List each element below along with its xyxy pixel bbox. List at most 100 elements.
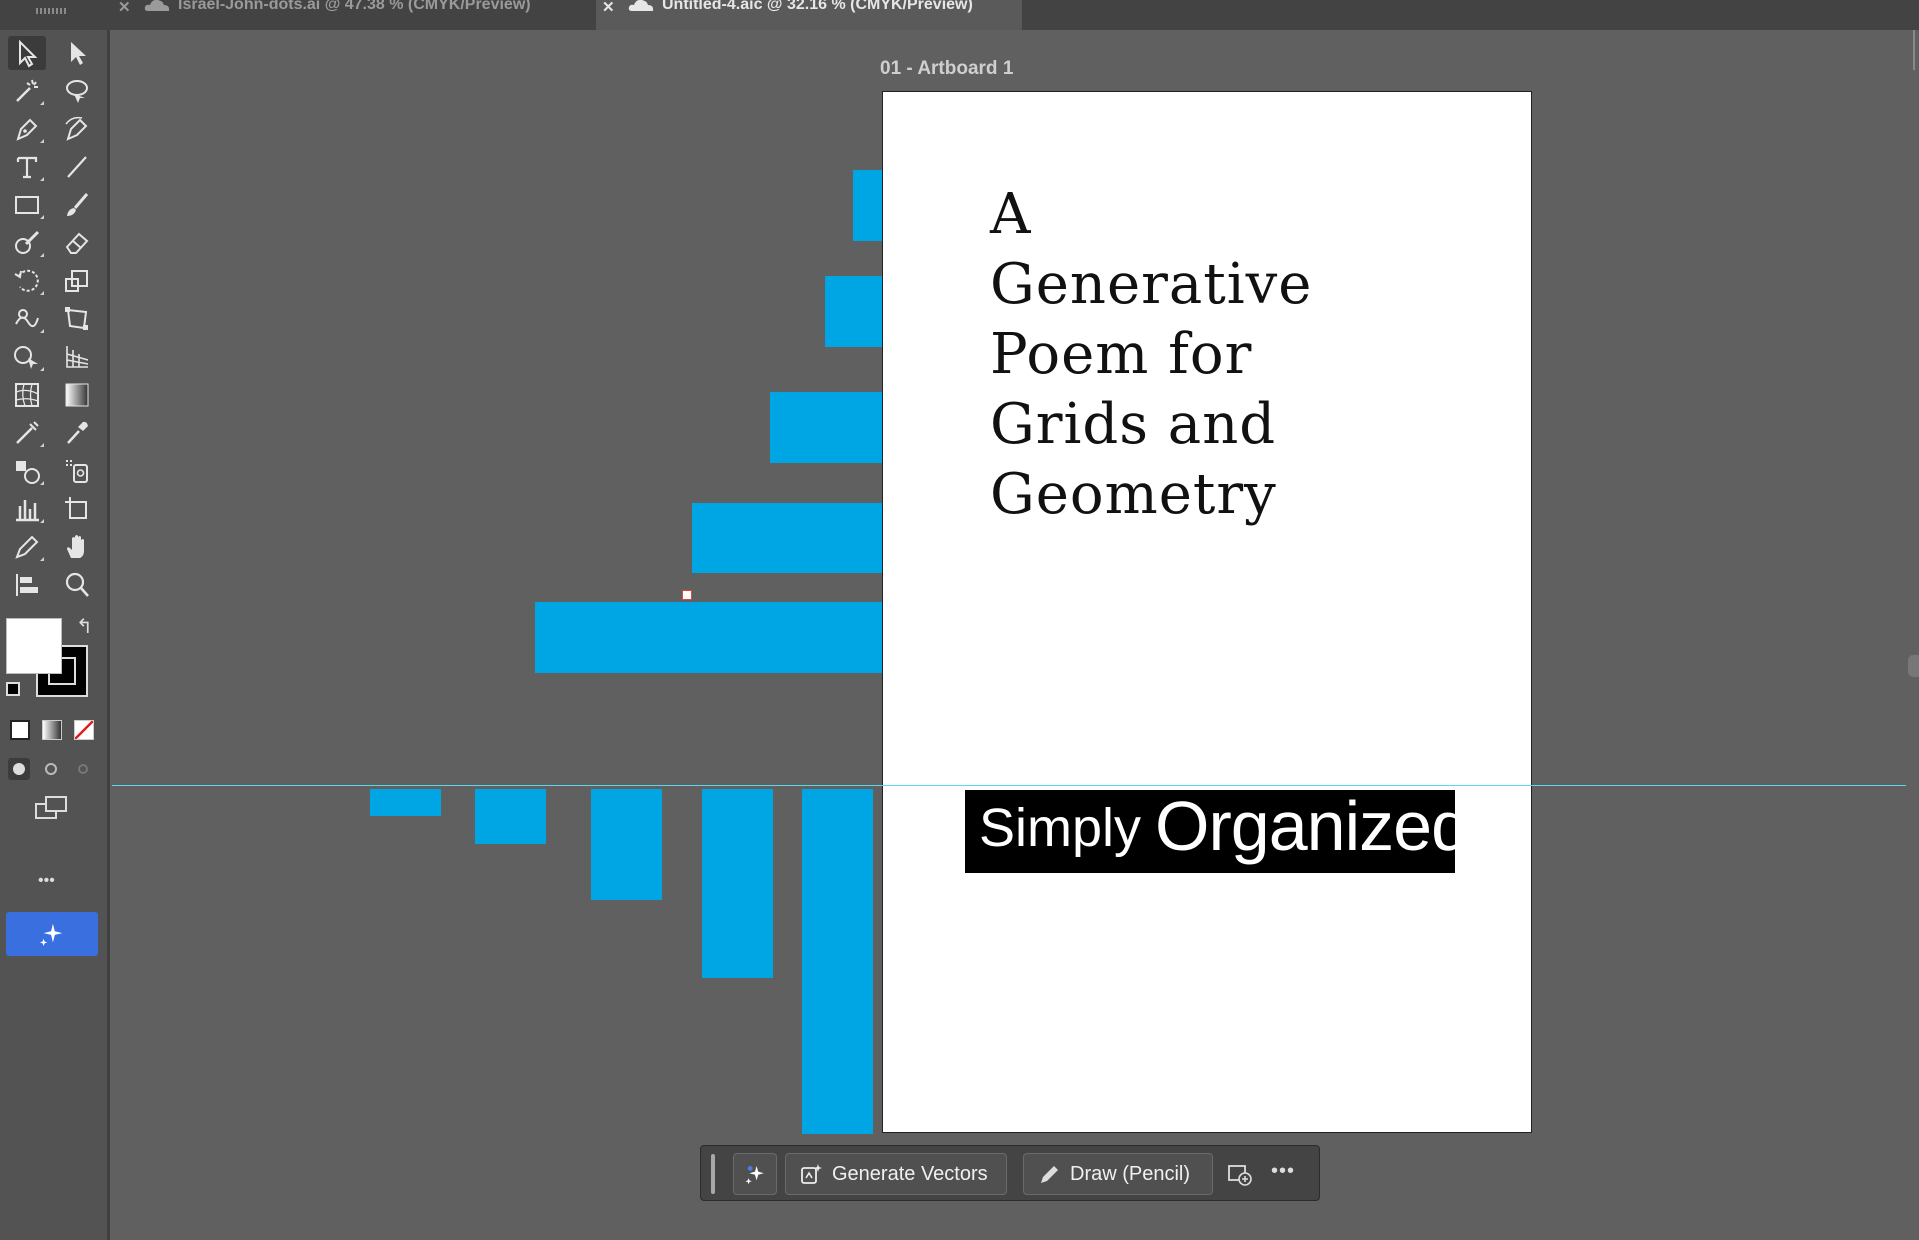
symbol-sprayer-icon bbox=[66, 460, 88, 483]
warp-tool[interactable] bbox=[8, 302, 46, 336]
mesh-tool[interactable] bbox=[8, 378, 46, 412]
curvature-pen-icon bbox=[65, 116, 88, 141]
line-segment-icon bbox=[67, 156, 87, 178]
color-mode-button[interactable] bbox=[10, 720, 30, 740]
magic-wand-tool[interactable] bbox=[8, 74, 46, 108]
zoom-tool[interactable] bbox=[58, 568, 96, 602]
document-tab-bar: ✕ Israel-John-dots.ai @ 47.38 % (CMYK/Pr… bbox=[0, 0, 1919, 30]
blue-bar[interactable] bbox=[853, 170, 882, 241]
pencil-tool[interactable] bbox=[8, 530, 46, 564]
subtitle-simply: Simply bbox=[979, 798, 1142, 858]
draw-behind-icon[interactable] bbox=[40, 758, 62, 780]
more-options-icon[interactable]: ••• bbox=[1271, 1160, 1295, 1183]
align-tool[interactable] bbox=[8, 568, 46, 602]
artboard-icon bbox=[65, 497, 87, 519]
free-transform-tool[interactable] bbox=[58, 302, 96, 336]
rotate-tool[interactable] bbox=[8, 264, 46, 298]
rectangle-tool[interactable] bbox=[8, 188, 46, 222]
blue-bar[interactable] bbox=[591, 789, 662, 900]
panel-grip[interactable] bbox=[36, 8, 68, 14]
live-paint-tool[interactable] bbox=[8, 454, 46, 488]
symbol-sprayer-tool[interactable] bbox=[58, 454, 96, 488]
live-paint-bucket-icon bbox=[16, 461, 40, 484]
type-tool[interactable] bbox=[8, 150, 46, 184]
close-icon[interactable]: ✕ bbox=[118, 0, 140, 16]
sparkle-icon bbox=[39, 923, 63, 947]
rectangle-icon bbox=[15, 196, 39, 214]
blue-bar[interactable] bbox=[475, 789, 546, 844]
pen-tool[interactable] bbox=[8, 112, 46, 146]
blue-bar[interactable] bbox=[702, 789, 773, 978]
rotate-icon bbox=[14, 269, 39, 292]
anchor-point-marker[interactable] bbox=[682, 590, 692, 600]
shaper-icon bbox=[15, 230, 40, 254]
taskbar-drag-handle[interactable] bbox=[711, 1154, 715, 1194]
column-graph-icon bbox=[16, 500, 39, 522]
generative-ai-button[interactable] bbox=[6, 912, 98, 956]
title-line: A bbox=[990, 182, 1032, 247]
scrollbar-thumb[interactable] bbox=[1908, 655, 1919, 677]
generate-vectors-button[interactable]: Generate Vectors bbox=[785, 1153, 1007, 1195]
title-line: Grids and bbox=[990, 392, 1277, 457]
artboard-tool[interactable] bbox=[58, 492, 96, 526]
blue-bar[interactable] bbox=[825, 276, 882, 347]
scale-tool[interactable] bbox=[58, 264, 96, 298]
blue-bar[interactable] bbox=[770, 392, 882, 463]
subtitle-block[interactable]: Simply Organized bbox=[965, 790, 1470, 873]
generate-vectors-label: Generate Vectors bbox=[832, 1162, 988, 1185]
pencil-icon bbox=[1041, 1166, 1058, 1183]
magic-wand-icon bbox=[16, 79, 38, 102]
screen-mode-icon[interactable] bbox=[34, 794, 70, 822]
tab-label: Untitled-4.aic @ 32.16 % (CMYK/Preview) bbox=[662, 0, 973, 13]
direct-selection-tool[interactable] bbox=[58, 36, 96, 70]
shape-builder-icon bbox=[14, 346, 38, 369]
none-mode-button[interactable] bbox=[74, 720, 94, 740]
draw-pencil-button[interactable]: Draw (Pencil) bbox=[1023, 1153, 1213, 1195]
horizontal-guide[interactable] bbox=[112, 785, 1906, 786]
selection-tool[interactable] bbox=[8, 36, 46, 70]
swap-fill-stroke-icon[interactable]: ↰ bbox=[76, 614, 93, 639]
eyedropper-icon bbox=[67, 421, 88, 444]
fill-swatch[interactable] bbox=[6, 618, 62, 674]
contextual-task-bar: Generate Vectors Draw (Pencil) ••• bbox=[700, 1145, 1320, 1201]
gradient-tool[interactable] bbox=[58, 378, 96, 412]
draw-inside-icon[interactable] bbox=[72, 758, 94, 780]
close-icon[interactable]: ✕ bbox=[602, 0, 624, 16]
line-segment-tool[interactable] bbox=[58, 150, 96, 184]
lasso-tool[interactable] bbox=[58, 74, 96, 108]
draw-normal-icon[interactable] bbox=[8, 758, 30, 780]
warp-icon bbox=[15, 309, 39, 328]
gradient-icon bbox=[65, 383, 89, 407]
curvature-tool[interactable] bbox=[58, 112, 96, 146]
add-artboard-icon[interactable] bbox=[1227, 1162, 1253, 1186]
free-transform-icon bbox=[65, 307, 88, 330]
title-line: Generative bbox=[990, 252, 1313, 317]
tab-untitled-4[interactable]: ✕ Untitled-4.aic @ 32.16 % (CMYK/Preview… bbox=[596, 0, 1022, 30]
blue-bar[interactable] bbox=[535, 602, 882, 673]
ai-sparkle-button[interactable] bbox=[733, 1153, 777, 1195]
hand-tool[interactable] bbox=[58, 530, 96, 564]
tools-panel: ↰ ••• bbox=[0, 30, 110, 1240]
eraser-tool[interactable] bbox=[58, 226, 96, 260]
default-fill-stroke-icon[interactable] bbox=[6, 682, 20, 696]
blue-bar[interactable] bbox=[802, 789, 873, 1134]
artboard-label[interactable]: 01 - Artboard 1 bbox=[880, 58, 1013, 80]
shape-builder-tool[interactable] bbox=[8, 340, 46, 374]
selection-arrow-icon bbox=[19, 39, 38, 68]
shaper-tool[interactable] bbox=[8, 226, 46, 260]
edit-toolbar-more-button[interactable]: ••• bbox=[38, 872, 55, 890]
direct-selection-icon bbox=[71, 42, 86, 65]
perspective-grid-tool[interactable] bbox=[58, 340, 96, 374]
poem-title[interactable]: A Generative Poem for Grids and Geometry bbox=[990, 180, 1450, 530]
tab-israel-john-dots[interactable]: ✕ Israel-John-dots.ai @ 47.38 % (CMYK/Pr… bbox=[118, 0, 593, 30]
blue-bar[interactable] bbox=[370, 789, 441, 816]
column-graph-tool[interactable] bbox=[8, 492, 46, 526]
gradient-mode-button[interactable] bbox=[42, 720, 62, 740]
draw-pencil-label: Draw (Pencil) bbox=[1070, 1162, 1191, 1185]
paintbrush-tool[interactable] bbox=[58, 188, 96, 222]
blue-bar[interactable] bbox=[692, 503, 882, 573]
hand-icon bbox=[67, 535, 84, 558]
eyedropper-tool[interactable] bbox=[58, 416, 96, 450]
blend-tool[interactable] bbox=[8, 416, 46, 450]
eraser-icon bbox=[65, 232, 89, 254]
